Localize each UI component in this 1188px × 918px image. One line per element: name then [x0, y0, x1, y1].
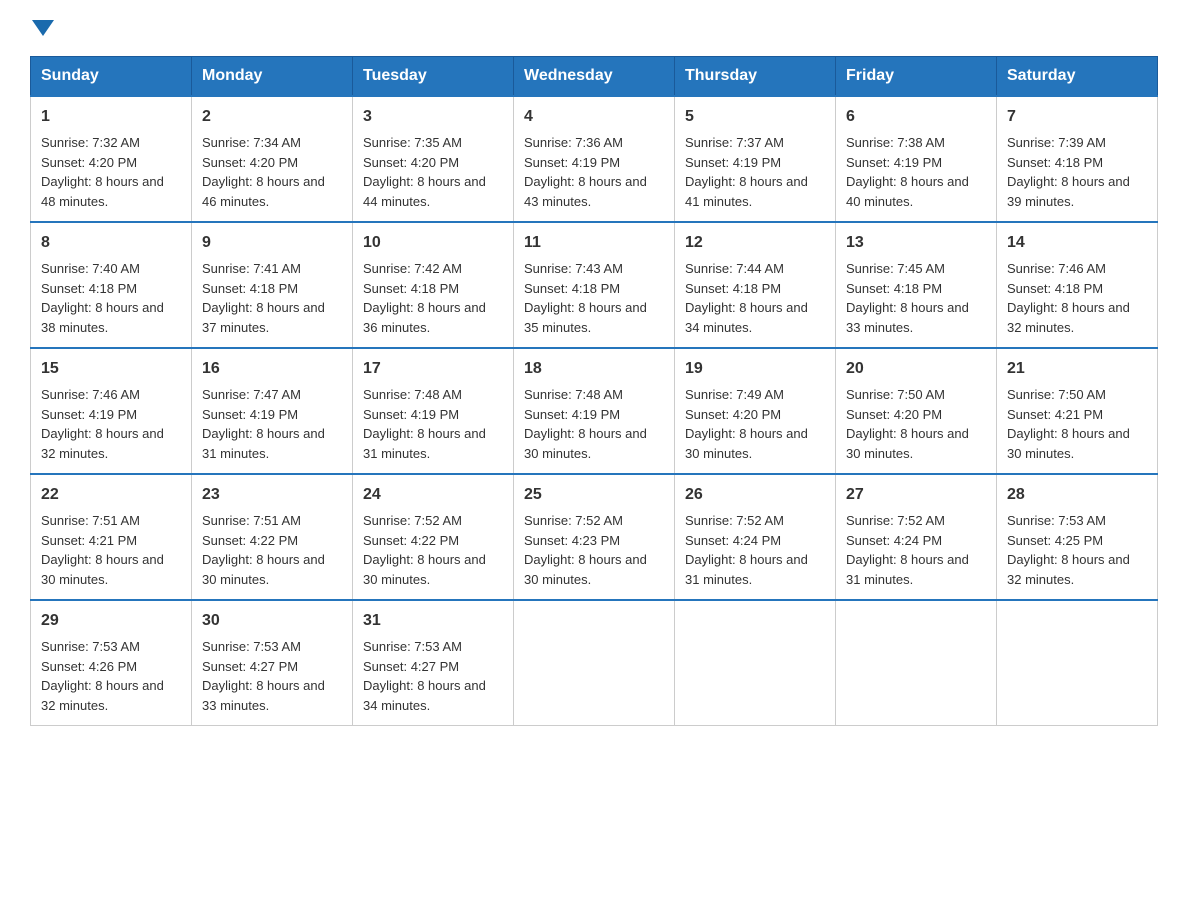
day-cell-3: 3Sunrise: 7:35 AMSunset: 4:20 PMDaylight… — [353, 96, 514, 222]
day-cell-7: 7Sunrise: 7:39 AMSunset: 4:18 PMDaylight… — [997, 96, 1158, 222]
day-cell-6: 6Sunrise: 7:38 AMSunset: 4:19 PMDaylight… — [836, 96, 997, 222]
day-cell-23: 23Sunrise: 7:51 AMSunset: 4:22 PMDayligh… — [192, 474, 353, 600]
day-cell-17: 17Sunrise: 7:48 AMSunset: 4:19 PMDayligh… — [353, 348, 514, 474]
logo — [30, 20, 54, 36]
week-row-4: 22Sunrise: 7:51 AMSunset: 4:21 PMDayligh… — [31, 474, 1158, 600]
day-number: 30 — [202, 609, 342, 633]
day-number: 2 — [202, 105, 342, 129]
day-number: 13 — [846, 231, 986, 255]
day-number: 14 — [1007, 231, 1147, 255]
day-cell-10: 10Sunrise: 7:42 AMSunset: 4:18 PMDayligh… — [353, 222, 514, 348]
day-number: 25 — [524, 483, 664, 507]
day-header-sunday: Sunday — [31, 57, 192, 97]
day-number: 3 — [363, 105, 503, 129]
day-number: 8 — [41, 231, 181, 255]
day-cell-16: 16Sunrise: 7:47 AMSunset: 4:19 PMDayligh… — [192, 348, 353, 474]
day-number: 4 — [524, 105, 664, 129]
week-row-2: 8Sunrise: 7:40 AMSunset: 4:18 PMDaylight… — [31, 222, 1158, 348]
day-header-monday: Monday — [192, 57, 353, 97]
day-number: 24 — [363, 483, 503, 507]
day-number: 21 — [1007, 357, 1147, 381]
day-number: 19 — [685, 357, 825, 381]
day-number: 9 — [202, 231, 342, 255]
day-number: 17 — [363, 357, 503, 381]
day-number: 29 — [41, 609, 181, 633]
day-cell-9: 9Sunrise: 7:41 AMSunset: 4:18 PMDaylight… — [192, 222, 353, 348]
day-number: 20 — [846, 357, 986, 381]
day-number: 22 — [41, 483, 181, 507]
day-number: 15 — [41, 357, 181, 381]
day-cell-8: 8Sunrise: 7:40 AMSunset: 4:18 PMDaylight… — [31, 222, 192, 348]
calendar-header-row: SundayMondayTuesdayWednesdayThursdayFrid… — [31, 57, 1158, 97]
day-cell-15: 15Sunrise: 7:46 AMSunset: 4:19 PMDayligh… — [31, 348, 192, 474]
day-header-tuesday: Tuesday — [353, 57, 514, 97]
day-cell-1: 1Sunrise: 7:32 AMSunset: 4:20 PMDaylight… — [31, 96, 192, 222]
day-header-saturday: Saturday — [997, 57, 1158, 97]
day-cell-13: 13Sunrise: 7:45 AMSunset: 4:18 PMDayligh… — [836, 222, 997, 348]
day-cell-24: 24Sunrise: 7:52 AMSunset: 4:22 PMDayligh… — [353, 474, 514, 600]
day-header-friday: Friday — [836, 57, 997, 97]
day-cell-30: 30Sunrise: 7:53 AMSunset: 4:27 PMDayligh… — [192, 600, 353, 726]
day-header-thursday: Thursday — [675, 57, 836, 97]
logo-triangle-icon — [32, 16, 54, 38]
day-number: 31 — [363, 609, 503, 633]
page-header — [30, 20, 1158, 36]
day-cell-26: 26Sunrise: 7:52 AMSunset: 4:24 PMDayligh… — [675, 474, 836, 600]
day-cell-27: 27Sunrise: 7:52 AMSunset: 4:24 PMDayligh… — [836, 474, 997, 600]
day-number: 6 — [846, 105, 986, 129]
day-number: 11 — [524, 231, 664, 255]
empty-cell — [514, 600, 675, 726]
day-number: 23 — [202, 483, 342, 507]
empty-cell — [997, 600, 1158, 726]
day-number: 26 — [685, 483, 825, 507]
day-cell-14: 14Sunrise: 7:46 AMSunset: 4:18 PMDayligh… — [997, 222, 1158, 348]
day-cell-4: 4Sunrise: 7:36 AMSunset: 4:19 PMDaylight… — [514, 96, 675, 222]
day-cell-12: 12Sunrise: 7:44 AMSunset: 4:18 PMDayligh… — [675, 222, 836, 348]
day-number: 10 — [363, 231, 503, 255]
day-cell-20: 20Sunrise: 7:50 AMSunset: 4:20 PMDayligh… — [836, 348, 997, 474]
day-number: 1 — [41, 105, 181, 129]
empty-cell — [836, 600, 997, 726]
day-cell-21: 21Sunrise: 7:50 AMSunset: 4:21 PMDayligh… — [997, 348, 1158, 474]
day-number: 16 — [202, 357, 342, 381]
day-number: 12 — [685, 231, 825, 255]
day-number: 28 — [1007, 483, 1147, 507]
empty-cell — [675, 600, 836, 726]
day-cell-28: 28Sunrise: 7:53 AMSunset: 4:25 PMDayligh… — [997, 474, 1158, 600]
day-header-wednesday: Wednesday — [514, 57, 675, 97]
day-cell-19: 19Sunrise: 7:49 AMSunset: 4:20 PMDayligh… — [675, 348, 836, 474]
week-row-3: 15Sunrise: 7:46 AMSunset: 4:19 PMDayligh… — [31, 348, 1158, 474]
day-cell-11: 11Sunrise: 7:43 AMSunset: 4:18 PMDayligh… — [514, 222, 675, 348]
day-number: 7 — [1007, 105, 1147, 129]
day-cell-2: 2Sunrise: 7:34 AMSunset: 4:20 PMDaylight… — [192, 96, 353, 222]
day-cell-25: 25Sunrise: 7:52 AMSunset: 4:23 PMDayligh… — [514, 474, 675, 600]
day-cell-22: 22Sunrise: 7:51 AMSunset: 4:21 PMDayligh… — [31, 474, 192, 600]
day-cell-31: 31Sunrise: 7:53 AMSunset: 4:27 PMDayligh… — [353, 600, 514, 726]
day-number: 5 — [685, 105, 825, 129]
calendar-table: SundayMondayTuesdayWednesdayThursdayFrid… — [30, 56, 1158, 726]
day-cell-18: 18Sunrise: 7:48 AMSunset: 4:19 PMDayligh… — [514, 348, 675, 474]
day-number: 27 — [846, 483, 986, 507]
day-number: 18 — [524, 357, 664, 381]
day-cell-29: 29Sunrise: 7:53 AMSunset: 4:26 PMDayligh… — [31, 600, 192, 726]
week-row-5: 29Sunrise: 7:53 AMSunset: 4:26 PMDayligh… — [31, 600, 1158, 726]
day-cell-5: 5Sunrise: 7:37 AMSunset: 4:19 PMDaylight… — [675, 96, 836, 222]
week-row-1: 1Sunrise: 7:32 AMSunset: 4:20 PMDaylight… — [31, 96, 1158, 222]
